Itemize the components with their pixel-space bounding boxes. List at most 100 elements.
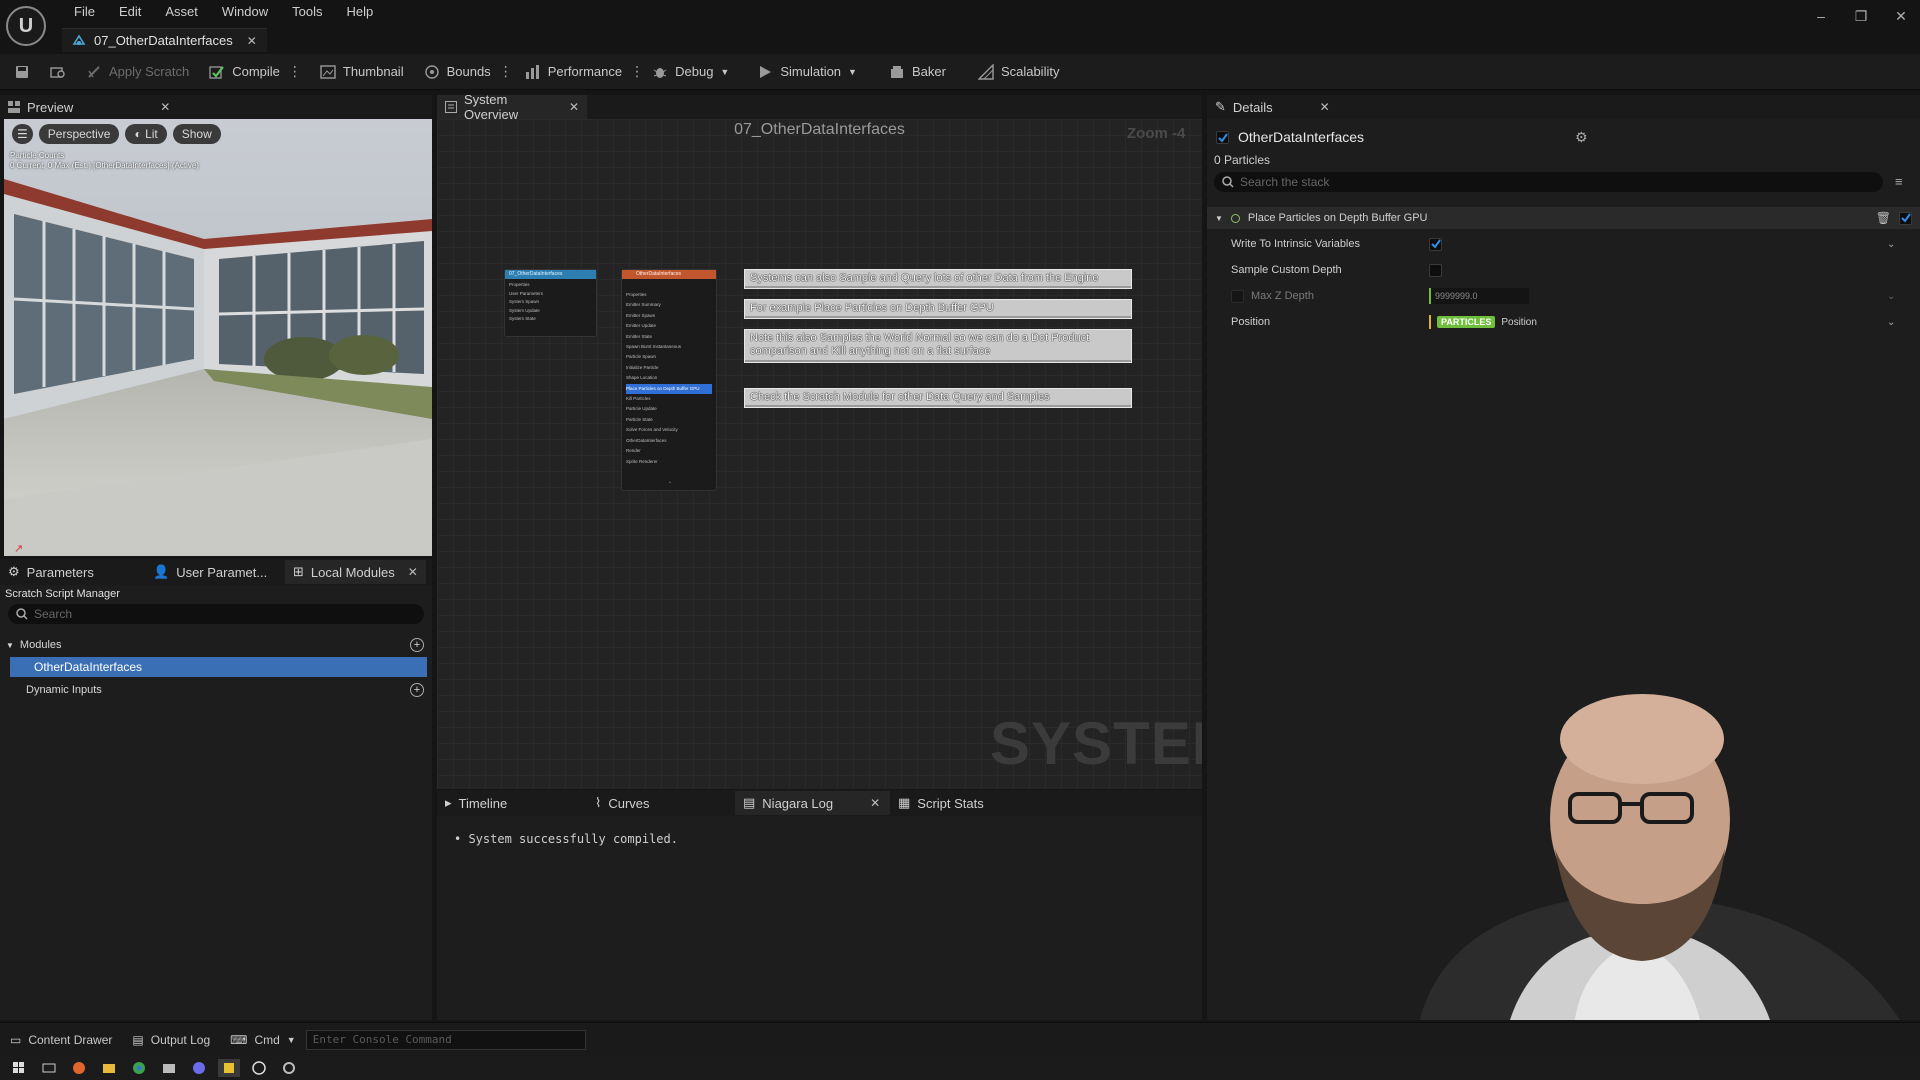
settings-gear-icon[interactable]: ⚙ [1575, 129, 1588, 146]
emitter-node-row[interactable]: Initialize Particle [626, 363, 712, 373]
task-view-icon[interactable] [38, 1059, 60, 1077]
tab-curves[interactable]: ⌇ Curves [587, 791, 735, 815]
enabled-checkbox[interactable] [1216, 131, 1229, 144]
show-button[interactable]: Show [172, 124, 221, 144]
emitter-node[interactable]: OtherDataInterfaces Properties Emitter Su… [621, 269, 717, 491]
emitter-node-row[interactable]: Emitter Summary [626, 300, 712, 310]
settings-taskbar-icon[interactable] [278, 1059, 300, 1077]
save-button[interactable] [0, 54, 40, 90]
emitter-node-row[interactable]: Particle Spawn [626, 352, 712, 362]
tab-parameters[interactable]: ⚙ Parameters [0, 560, 145, 584]
system-node-row[interactable]: System Spawn [509, 298, 592, 307]
tab-details[interactable]: ✎ Details ✕ [1207, 95, 1347, 119]
delete-icon[interactable]: 🗑 [1876, 211, 1891, 225]
emitter-node-row[interactable]: Shape Location [626, 373, 712, 383]
minimize-icon[interactable]: – [1808, 6, 1834, 26]
system-node[interactable]: 07_OtherDataInterfaces Properties User P… [504, 269, 597, 337]
performance-options-icon[interactable]: ⋮ [630, 54, 644, 90]
comment-box[interactable]: Note this also Samples the World Normal … [744, 329, 1132, 363]
unreal-logo-icon[interactable]: U [6, 6, 46, 46]
performance-button[interactable]: Performance [511, 54, 632, 90]
tab-niagara-log[interactable]: ▤ Niagara Log ✕ [735, 791, 890, 815]
menu-window[interactable]: Window [210, 3, 280, 21]
unreal-taskbar-icon[interactable] [248, 1059, 270, 1077]
hamburger-menu-icon[interactable]: ☰ [12, 124, 33, 144]
write-intrinsic-checkbox[interactable] [1429, 237, 1442, 251]
perspective-button[interactable]: Perspective [38, 124, 120, 144]
close-icon[interactable]: ✕ [160, 100, 170, 114]
bounds-options-icon[interactable]: ⋮ [499, 54, 513, 90]
lit-button[interactable]: ◐ Lit [125, 124, 167, 144]
apply-scratch-button[interactable]: Apply Scratch [76, 54, 199, 90]
scratch-search-input[interactable]: Search [8, 604, 424, 624]
compile-button[interactable]: Compile [199, 54, 290, 90]
highlighted-app-icon[interactable] [218, 1059, 240, 1077]
chevron-down-icon[interactable]: ⌄ [1887, 291, 1895, 302]
system-node-row[interactable]: System State [509, 315, 592, 324]
document-tab[interactable]: 07_OtherDataInterfaces ✕ [62, 28, 267, 52]
menu-asset[interactable]: Asset [153, 3, 210, 21]
sample-custom-depth-checkbox[interactable] [1429, 263, 1442, 277]
start-icon[interactable] [8, 1059, 30, 1077]
position-value[interactable]: PARTICLES Position [1429, 315, 1537, 329]
menu-file[interactable]: File [62, 3, 107, 21]
emitter-node-row[interactable]: Emitter State [626, 332, 712, 342]
close-icon[interactable]: ✕ [247, 34, 257, 48]
scalability-button[interactable]: Scalability [956, 54, 1070, 90]
chat-app-icon[interactable] [188, 1059, 210, 1077]
system-node-row[interactable]: User Parameters [509, 290, 592, 299]
cmd-selector[interactable]: ⌨ Cmd ▼ [220, 1022, 306, 1058]
menu-edit[interactable]: Edit [107, 3, 153, 21]
stack-search-input[interactable]: Search the stack [1214, 172, 1883, 192]
system-node-row[interactable]: Properties [509, 281, 592, 290]
emitter-node-row[interactable]: OtherDataInterfaces [626, 436, 712, 446]
baker-button[interactable]: Baker [867, 54, 956, 90]
dynamic-inputs-category[interactable]: Dynamic Inputs + [6, 680, 426, 700]
emitter-node-row[interactable]: Solve Forces and Velocity [626, 425, 712, 435]
thumbnail-button[interactable]: Thumbnail [300, 54, 414, 90]
emitter-node-row[interactable]: Emitter Update [626, 321, 712, 331]
tab-timeline[interactable]: ▸ Timeline [437, 791, 587, 815]
debug-button[interactable]: Debug ▼ [642, 54, 739, 90]
comment-box[interactable]: Check the Scratch Module for other Data … [744, 388, 1132, 408]
tab-script-stats[interactable]: ▦ Script Stats [890, 791, 992, 815]
tab-preview[interactable]: Preview ✕ [0, 95, 432, 119]
bounds-button[interactable]: Bounds [414, 54, 501, 90]
modules-category[interactable]: ▼ Modules + [6, 635, 426, 655]
compile-options-icon[interactable]: ⋮ [288, 54, 302, 90]
emitter-node-row[interactable]: Properties [626, 290, 712, 300]
emitter-node-row[interactable]: Render [626, 446, 712, 456]
store-icon[interactable] [158, 1059, 180, 1077]
collapse-arrow-icon[interactable]: ⌃ [622, 481, 718, 488]
close-icon[interactable]: ✕ [569, 100, 579, 114]
simulation-button[interactable]: Simulation ▼ [739, 54, 867, 90]
tab-user-parameters[interactable]: 👤 User Paramet... [145, 560, 285, 584]
emitter-node-row[interactable]: Spawn Burst Instantaneous [626, 342, 712, 352]
emitter-node-row[interactable]: Particle Update [626, 404, 712, 414]
file-explorer-icon[interactable] [98, 1059, 120, 1077]
tab-local-modules[interactable]: ⊞ Local Modules ✕ [285, 560, 426, 584]
close-icon[interactable]: ✕ [408, 565, 418, 579]
add-module-icon[interactable]: + [410, 638, 424, 652]
tab-system-overview[interactable]: System Overview ✕ [437, 92, 587, 122]
menu-help[interactable]: Help [334, 3, 385, 21]
output-log-button[interactable]: ▤ Output Log [122, 1022, 220, 1058]
comment-box[interactable]: For example Place Particles on Depth Buf… [744, 299, 1132, 319]
module-enabled-checkbox[interactable] [1899, 211, 1912, 225]
emitter-node-row[interactable]: Place Particles on Depth Buffer GPU [626, 383, 712, 395]
max-z-depth-input[interactable]: 9999999.0 [1429, 288, 1529, 304]
system-overview-graph[interactable]: 07_OtherDataInterfaces Zoom -4 07_OtherD… [437, 119, 1202, 789]
module-item-otherdatainterfaces[interactable]: OtherDataInterfaces [10, 657, 427, 677]
filter-icon[interactable]: ≡ [1895, 174, 1903, 189]
emitter-node-row[interactable]: Kill Particles [626, 394, 712, 404]
chevron-down-icon[interactable]: ⌄ [1887, 317, 1895, 328]
content-drawer-button[interactable]: ▭ Content Drawer [0, 1022, 122, 1058]
restore-icon[interactable]: ❐ [1848, 6, 1874, 26]
browser-icon[interactable] [68, 1059, 90, 1077]
preview-viewport[interactable]: ↗ ☰ Perspective ◐ Lit Show Particle Coun… [4, 119, 432, 556]
add-dynamic-input-icon[interactable]: + [410, 683, 424, 697]
close-window-icon[interactable]: ✕ [1888, 6, 1914, 26]
max-z-depth-checkbox[interactable] [1231, 289, 1244, 303]
console-command-input[interactable]: Enter Console Command [305, 1029, 586, 1050]
close-icon[interactable]: ✕ [870, 796, 880, 810]
